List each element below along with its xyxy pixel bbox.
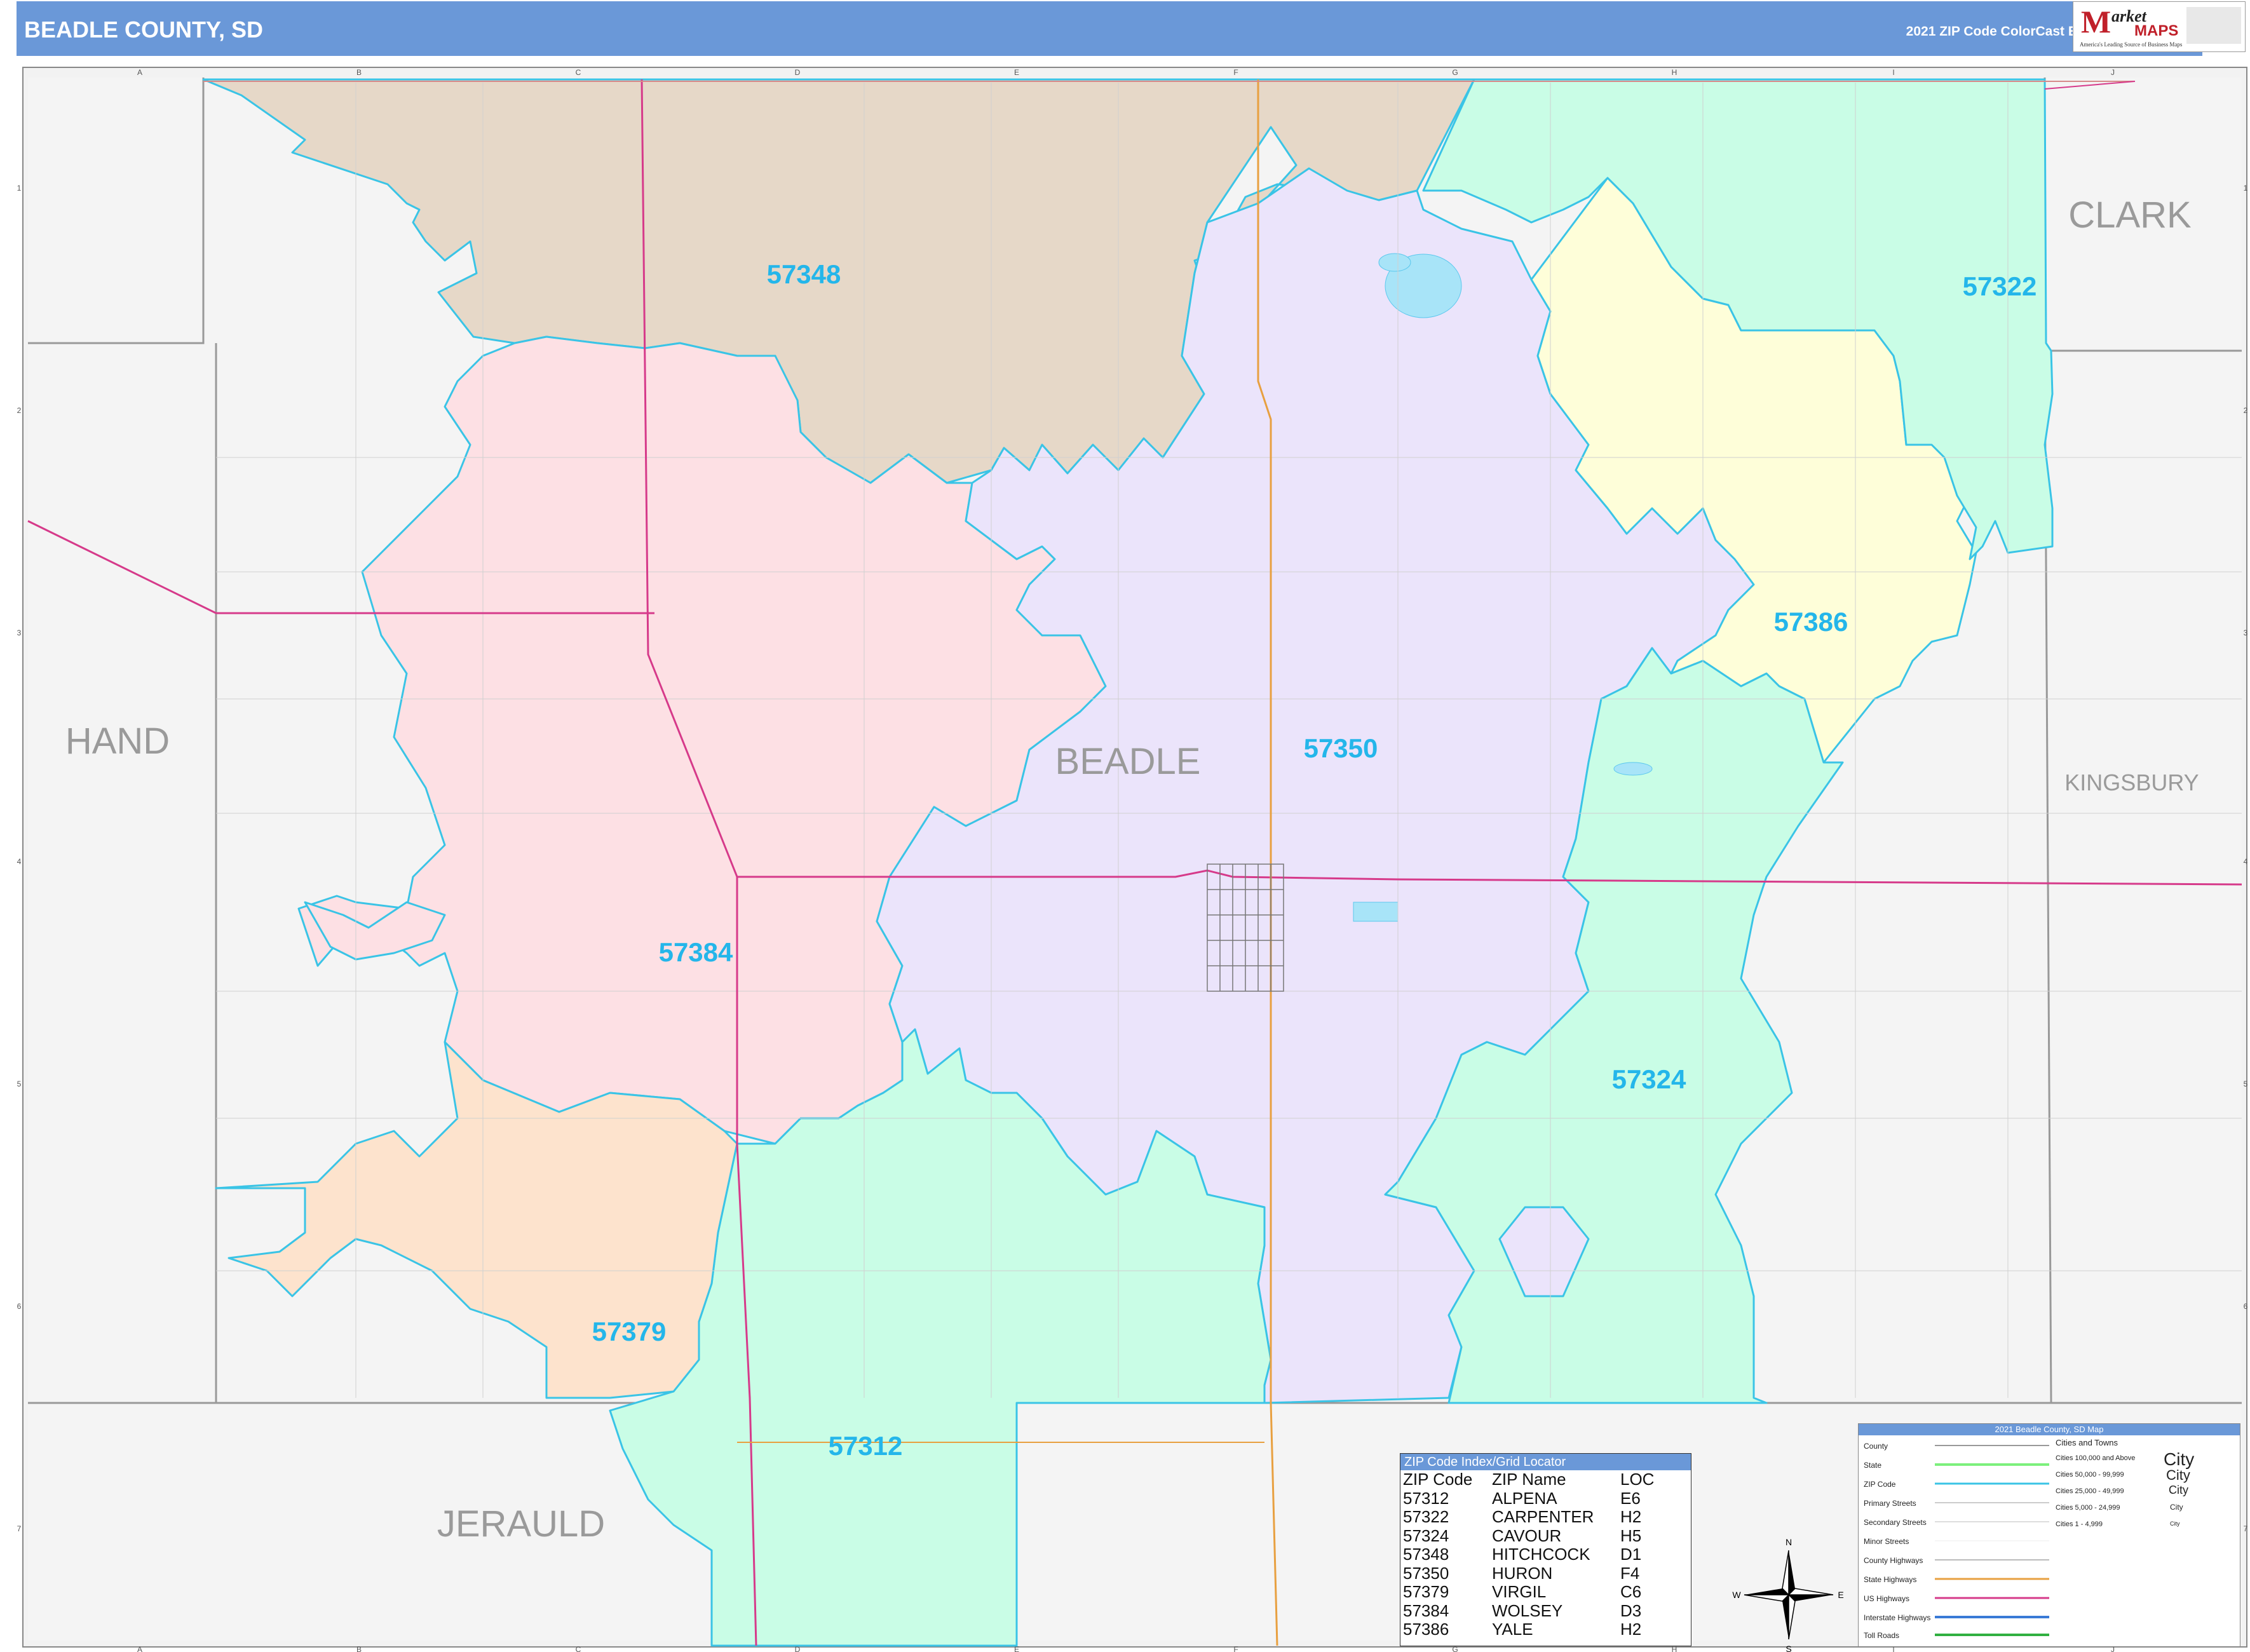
- svg-text:C: C: [576, 68, 581, 77]
- zip-label-57312: 57312: [829, 1431, 903, 1461]
- table-row: 57322 CARPENTER H2: [1403, 1507, 1642, 1526]
- grid-col-bottom: A: [137, 1645, 142, 1652]
- legend-line-samples: [1935, 1445, 2049, 1636]
- table-row: 57386 YALE H2: [1403, 1620, 1642, 1639]
- table-row: 57350 HURON F4: [1403, 1563, 1640, 1583]
- zip-code-map: A B C D E F G H I J A B C D E F G H I J …: [17, 67, 2248, 1652]
- svg-text:7: 7: [17, 1524, 22, 1533]
- legend-city-header: Cities and Towns: [2056, 1438, 2118, 1447]
- grid-col-top: A: [137, 68, 142, 77]
- legend-item: State Highways: [1864, 1575, 1917, 1584]
- grid-row-left: 1: [17, 184, 22, 193]
- svg-text:E: E: [1014, 1645, 1019, 1652]
- legend-city-sample: City: [2169, 1484, 2188, 1496]
- legend-city-item: Cities 1 - 4,999: [2056, 1520, 2103, 1528]
- legend-item: Primary Streets: [1864, 1499, 1916, 1508]
- svg-text:7: 7: [2244, 1524, 2248, 1533]
- zip-label-57350: 57350: [1304, 733, 1378, 763]
- grid-row-right: 1: [2244, 184, 2248, 193]
- legend-city-item: Cities 5,000 - 24,999: [2056, 1504, 2120, 1512]
- zip-label-57322: 57322: [1963, 271, 2037, 301]
- svg-text:4: 4: [2244, 857, 2248, 866]
- zip-label-57384: 57384: [659, 937, 733, 967]
- legend-item: County Highways: [1864, 1556, 1923, 1565]
- svg-text:B: B: [356, 1645, 362, 1652]
- svg-text:N: N: [1786, 1537, 1792, 1547]
- svg-text:5: 5: [2244, 1080, 2248, 1088]
- svg-text:D: D: [795, 1645, 801, 1652]
- svg-text:C: C: [576, 1645, 581, 1652]
- legend-title: 2021 Beadle County, SD Map: [1859, 1424, 2240, 1435]
- zip-label-57324: 57324: [1612, 1064, 1686, 1094]
- county-label-beadle: BEADLE: [1055, 741, 1201, 782]
- svg-text:W: W: [1732, 1590, 1741, 1600]
- table-row: 57379 VIRGIL C6: [1403, 1582, 1642, 1601]
- table-row: 57384 WOLSEY D3: [1403, 1601, 1642, 1620]
- svg-text:E: E: [1838, 1590, 1843, 1600]
- svg-text:5: 5: [17, 1080, 22, 1088]
- table-row: 57324 CAVOUR H5: [1403, 1526, 1642, 1545]
- svg-text:S: S: [1786, 1644, 1791, 1652]
- svg-text:2: 2: [17, 406, 22, 415]
- zip-label-57379: 57379: [592, 1317, 667, 1346]
- county-label-clark: CLARK: [2068, 194, 2192, 236]
- legend-city-sample: City: [2166, 1467, 2190, 1483]
- legend-city-sample: City: [2170, 1503, 2183, 1512]
- legend-city-item: Cities 25,000 - 49,999: [2056, 1487, 2124, 1495]
- zip-index-header-row: ZIP Code ZIP Name LOC: [1403, 1470, 1655, 1489]
- svg-text:6: 6: [2244, 1302, 2248, 1311]
- county-label-jerauld: JERAULD: [437, 1503, 605, 1545]
- legend-item: ZIP Code: [1864, 1480, 1896, 1489]
- svg-text:J: J: [2111, 68, 2115, 77]
- zip-code-index-table: ZIP Code Index/Grid Locator ZIP Code ZIP…: [1400, 1453, 1691, 1646]
- svg-text:F: F: [1233, 1645, 1238, 1652]
- county-label-kingsbury: KINGSBURY: [2064, 769, 2199, 796]
- svg-text:6: 6: [17, 1302, 22, 1311]
- svg-text:F: F: [1233, 68, 1238, 77]
- table-row: 57348 HITCHCOCK D1: [1403, 1545, 1642, 1564]
- legend-item: Interstate Highways: [1864, 1613, 1931, 1622]
- legend-item: US Highways: [1864, 1594, 1910, 1603]
- svg-text:G: G: [1452, 68, 1458, 77]
- legend-item: County: [1864, 1442, 1888, 1451]
- zip-label-57348: 57348: [767, 259, 841, 289]
- legend-city-sample: City: [2170, 1520, 2180, 1527]
- county-label-hand: HAND: [65, 721, 170, 762]
- legend-city-item: Cities 50,000 - 99,999: [2056, 1471, 2124, 1479]
- svg-text:D: D: [795, 68, 801, 77]
- zip-label-57386: 57386: [1774, 607, 1848, 637]
- svg-text:3: 3: [17, 628, 22, 637]
- svg-text:B: B: [356, 68, 362, 77]
- legend-item: State: [1864, 1461, 1882, 1470]
- svg-text:3: 3: [2244, 628, 2248, 637]
- svg-text:H: H: [1672, 68, 1677, 77]
- map-legend: 2021 Beadle County, SD Map County State …: [1858, 1423, 2240, 1647]
- svg-text:E: E: [1014, 68, 1019, 77]
- legend-item: Minor Streets: [1864, 1537, 1909, 1546]
- svg-text:2: 2: [2244, 406, 2248, 415]
- legend-city-item: Cities 100,000 and Above: [2056, 1454, 2136, 1462]
- legend-item: Toll Roads: [1864, 1631, 1900, 1640]
- svg-text:4: 4: [17, 857, 22, 866]
- table-row: 57312 ALPENA E6: [1403, 1488, 1641, 1508]
- legend-item: Secondary Streets: [1864, 1518, 1927, 1527]
- svg-text:I: I: [1892, 68, 1894, 77]
- zip-index-title: ZIP Code Index/Grid Locator: [1400, 1454, 1691, 1470]
